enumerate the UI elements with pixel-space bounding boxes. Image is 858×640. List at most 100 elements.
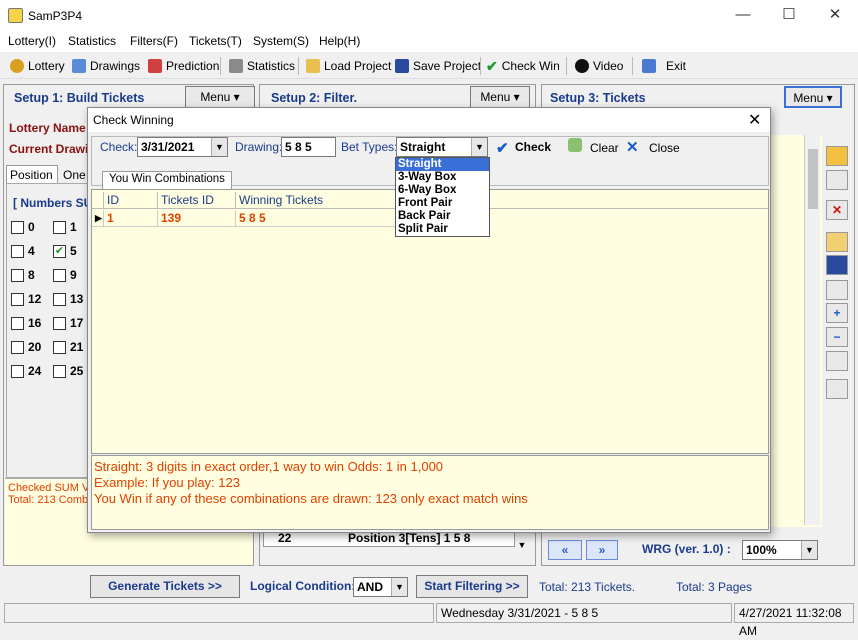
option-front-pair[interactable]: Front Pair: [396, 197, 489, 210]
toolbar-separator: [480, 57, 481, 75]
folder-icon: [306, 59, 320, 73]
option-straight[interactable]: Straight: [396, 158, 489, 171]
toolbar-label: Prediction: [166, 59, 220, 73]
tab-you-win-combinations[interactable]: You Win Combinations: [102, 171, 232, 189]
next-page-button[interactable]: »: [586, 540, 618, 560]
scrollbar-thumb[interactable]: [808, 149, 818, 209]
lottery-name-label: Lottery Name: [9, 121, 86, 135]
minimize-button[interactable]: —: [720, 0, 766, 32]
maximize-button[interactable]: ☐: [766, 0, 812, 32]
number-checkbox[interactable]: [53, 221, 66, 234]
check-button[interactable]: Check: [515, 140, 551, 154]
zoom-select[interactable]: 100% ▼: [742, 540, 818, 560]
current-drawing-label: Current Drawi: [9, 142, 89, 156]
print-icon[interactable]: [826, 379, 848, 399]
menu-system[interactable]: System(S): [253, 34, 309, 48]
menu-help[interactable]: Help(H): [319, 34, 360, 48]
check-icon: ✔: [496, 140, 509, 157]
bet-types-dropdown: Straight 3-Way Box 6-Way Box Front Pair …: [395, 157, 490, 237]
menu-tickets[interactable]: Tickets(T): [189, 34, 242, 48]
setup1-title: Setup 1: Build Tickets: [14, 91, 145, 105]
option-back-pair[interactable]: Back Pair: [396, 210, 489, 223]
toolbar-label: Video: [593, 59, 624, 73]
logical-condition-select[interactable]: AND ▼: [353, 577, 408, 597]
setup3-menu-button[interactable]: Menu ▾: [784, 86, 842, 108]
plus-icon[interactable]: +: [826, 303, 848, 323]
open-folder-icon[interactable]: [826, 232, 848, 252]
column-header-id[interactable]: ID: [104, 192, 158, 208]
dialog-close-icon[interactable]: ✕: [748, 110, 761, 130]
bet-types-select[interactable]: Straight ▼: [396, 137, 488, 157]
toolbar-lottery-button[interactable]: Lottery: [10, 57, 65, 75]
logical-condition-label: Logical Condition:: [250, 579, 356, 593]
number-checkbox[interactable]: [11, 341, 24, 354]
edit-icon[interactable]: [826, 170, 848, 190]
number-checkbox[interactable]: [53, 317, 66, 330]
toolbar-label: Check Win: [501, 59, 560, 73]
menu-filters[interactable]: Filters(F): [130, 34, 178, 48]
menu-lottery[interactable]: Lottery(I): [8, 34, 56, 48]
total-tickets: Total: 213 Tickets.: [539, 580, 636, 594]
drawing-input[interactable]: 5 8 5: [281, 137, 336, 157]
number-label: 5: [70, 244, 77, 258]
toolbar-video-button[interactable]: Video: [575, 57, 623, 75]
setup2-menu-button[interactable]: Menu ▾: [470, 86, 530, 108]
generate-tickets-button[interactable]: Generate Tickets >>: [90, 575, 240, 598]
number-checkbox[interactable]: [11, 269, 24, 282]
copy-icon[interactable]: [826, 280, 848, 300]
add-ticket-icon[interactable]: [826, 146, 848, 166]
status-drawing: Wednesday 3/31/2021 - 5 8 5: [436, 603, 732, 623]
cell-winning-ticket[interactable]: 5 8 5: [236, 210, 396, 227]
toolbar-check-win-button[interactable]: ✔ Check Win: [486, 57, 560, 75]
number-checkbox[interactable]: [11, 317, 24, 330]
cell-ticket-id[interactable]: 139: [158, 210, 236, 227]
number-checkbox[interactable]: [11, 245, 24, 258]
tab-position[interactable]: Position: [6, 165, 58, 184]
option-6-way-box[interactable]: 6-Way Box: [396, 184, 489, 197]
toolbar-save-project-button[interactable]: Save Project: [395, 57, 481, 75]
column-header-winning-tickets[interactable]: Winning Tickets: [236, 192, 396, 208]
row-pointer-icon: ▶: [92, 210, 104, 227]
number-checkbox[interactable]: [11, 365, 24, 378]
check-date-value: 3/31/2021: [141, 140, 195, 154]
option-split-pair[interactable]: Split Pair: [396, 223, 489, 236]
setup1-menu-button[interactable]: Menu ▾: [185, 86, 255, 108]
scroll-down-arrow[interactable]: ▼: [515, 540, 529, 558]
toolbar-drawings-button[interactable]: Drawings: [72, 57, 140, 75]
toolbar-separator: [566, 57, 567, 75]
number-checkbox[interactable]: [53, 269, 66, 282]
toolbar-separator: [298, 57, 299, 75]
number-checkbox[interactable]: [53, 341, 66, 354]
minus-icon[interactable]: −: [826, 327, 848, 347]
numbers-sum-label: [ Numbers SU: [13, 196, 93, 210]
number-label: 20: [28, 340, 42, 354]
option-3-way-box[interactable]: 3-Way Box: [396, 171, 489, 184]
save-icon[interactable]: [826, 255, 848, 275]
logical-value: AND: [357, 580, 383, 594]
toolbar-statistics-button[interactable]: Statistics: [229, 57, 295, 75]
number-checkbox[interactable]: ✔: [53, 245, 66, 258]
close-window-button[interactable]: ✕: [812, 0, 858, 32]
number-checkbox[interactable]: [11, 221, 24, 234]
toolbar-exit-button[interactable]: Exit: [642, 57, 686, 75]
previous-page-button[interactable]: «: [548, 540, 582, 560]
info-line: Example: If you play: 123: [94, 475, 240, 490]
number-label: 12: [28, 292, 42, 306]
number-checkbox[interactable]: [11, 293, 24, 306]
check-date-picker[interactable]: 3/31/2021 ▼: [137, 137, 228, 157]
clear-button[interactable]: Clear: [590, 141, 619, 155]
menu-statistics[interactable]: Statistics: [68, 34, 116, 48]
close-button[interactable]: Close: [649, 141, 680, 155]
toolbar-prediction-button[interactable]: Prediction: [148, 57, 219, 75]
number-checkbox[interactable]: [53, 365, 66, 378]
column-header-tickets-id[interactable]: Tickets ID: [158, 192, 236, 208]
toolbar-load-project-button[interactable]: Load Project: [306, 57, 391, 75]
number-checkbox[interactable]: [53, 293, 66, 306]
drawing-label: Drawing:: [235, 140, 283, 154]
chevron-down-icon: ▼: [471, 138, 487, 156]
delete-icon[interactable]: ✕: [826, 200, 848, 220]
start-filtering-button[interactable]: Start Filtering >>: [416, 575, 528, 598]
cell-id[interactable]: 1: [104, 210, 158, 227]
refresh-icon[interactable]: [826, 351, 848, 371]
tickets-scrollbar[interactable]: [804, 135, 820, 525]
